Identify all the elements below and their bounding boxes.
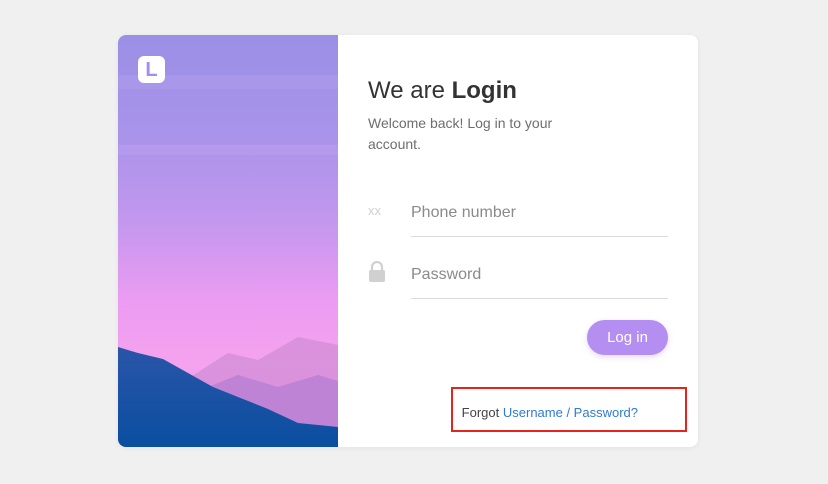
phone-icon: xx [368, 203, 381, 218]
logo-icon: L [138, 56, 165, 83]
page-title: We are Login [368, 77, 517, 105]
title-prefix: We are [368, 77, 445, 104]
login-form: We are Login Welcome back! Log in to you… [368, 35, 668, 447]
phone-number-field[interactable] [411, 200, 668, 237]
password-field[interactable] [411, 262, 668, 299]
forgot-credentials: Forgot Username / Password? [462, 405, 638, 420]
hero-image: L [118, 35, 338, 447]
lock-icon [368, 260, 394, 285]
login-button[interactable]: Log in [587, 320, 668, 355]
page-subtitle: Welcome back! Log in to your account. [368, 115, 553, 152]
login-card: L We are Login Welcome back! Log in to y… [118, 35, 698, 447]
mountain-sunset-image [118, 35, 338, 447]
forgot-username-password-link[interactable]: Username / Password? [503, 405, 638, 420]
forgot-prefix: Forgot [461, 405, 500, 420]
title-bold: Login [451, 77, 517, 104]
